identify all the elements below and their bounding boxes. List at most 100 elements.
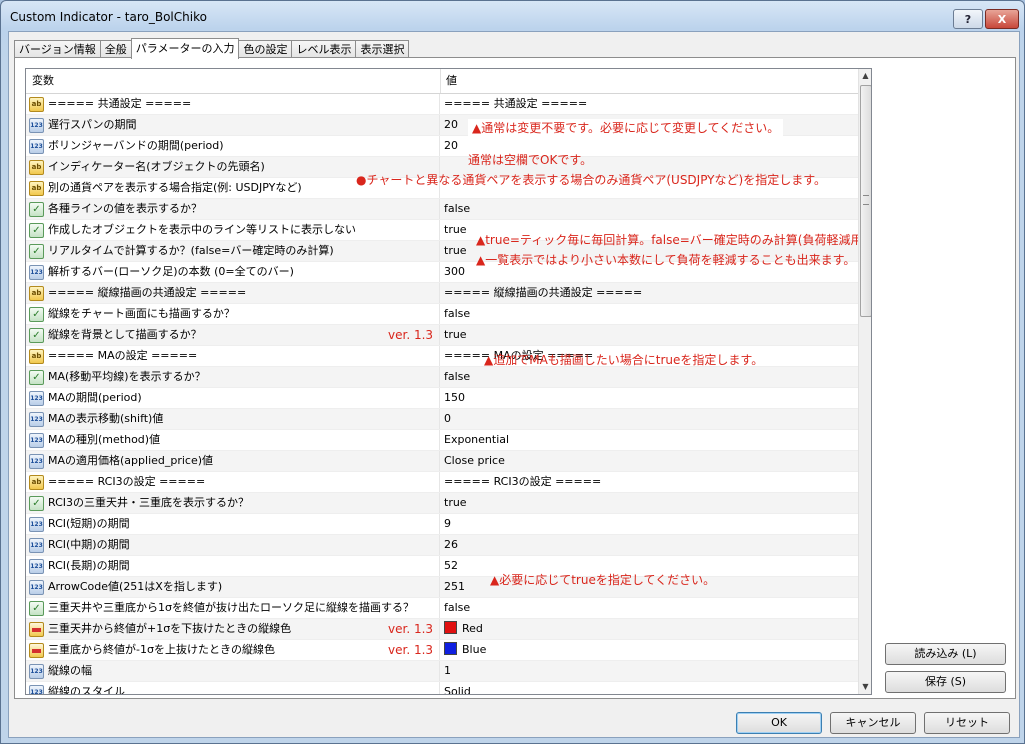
save-button[interactable]: 保存 (S): [885, 671, 1006, 693]
annotation-blank-ok: 通常は空欄でOKです。: [468, 153, 593, 167]
value-cell[interactable]: 150: [440, 388, 858, 408]
value-text: 26: [444, 538, 458, 551]
number-type-icon: 123: [29, 454, 44, 469]
variable-cell: ✓ RCI3の三重天井・三重底を表示するか？: [26, 493, 440, 513]
value-text: Blue: [444, 640, 486, 660]
parameter-row[interactable]: 123 RCI(長期)の期間 52: [26, 556, 858, 577]
parameter-row[interactable]: ✓ 縦線を背景として描画するか？ ver. 1.3 true: [26, 325, 858, 346]
scroll-grip-icon: [863, 195, 869, 205]
value-text: ===== RCI3の設定 =====: [444, 475, 602, 488]
value-cell[interactable]: 1: [440, 661, 858, 681]
annotation-ma: ▲追加でMAも描画したい場合にtrueを指定します。: [484, 353, 764, 367]
parameter-row[interactable]: 123 MAの期間(period) 150: [26, 388, 858, 409]
scroll-thumb[interactable]: [860, 85, 871, 317]
dialog-client-area: バージョン情報 全般 パラメーターの入力 色の設定 レベル表示 表示選択 変数 値 ab =…: [8, 31, 1020, 738]
tab-5[interactable]: 表示選択: [355, 40, 410, 58]
value-cell[interactable]: false: [440, 199, 858, 219]
value-cell[interactable]: 26: [440, 535, 858, 555]
color-swatch: [444, 621, 457, 634]
parameter-row[interactable]: 三重天井から終値が+1σを下抜けたときの縦線色 ver. 1.3 Red: [26, 619, 858, 640]
variable-cell: 123 MAの表示移動(shift)値: [26, 409, 440, 429]
cancel-button[interactable]: キャンセル: [830, 712, 916, 734]
variable-name: RCI(長期)の期間: [48, 559, 130, 572]
title-bar[interactable]: Custom Indicator - taro_BolChiko ? X: [1, 1, 1024, 31]
parameter-row[interactable]: 123 縦線の幅 1: [26, 661, 858, 682]
column-header-value[interactable]: 値: [440, 69, 866, 93]
parameter-row[interactable]: 123 ボリンジャーバンドの期間(period) 20: [26, 136, 858, 157]
variable-cell: ✓ 各種ラインの値を表示するか？: [26, 199, 440, 219]
variable-cell: 123 MAの適用価格(applied_price)値: [26, 451, 440, 471]
color-name: Blue: [462, 643, 487, 656]
close-button[interactable]: X: [985, 9, 1019, 29]
tab-3[interactable]: 色の設定: [238, 40, 293, 58]
tab-4[interactable]: レベル表示: [291, 40, 357, 58]
value-cell[interactable]: Red: [440, 619, 858, 639]
parameter-row[interactable]: 123 MAの種別(method)値 Exponential: [26, 430, 858, 451]
value-text: 251: [444, 580, 465, 593]
value-cell[interactable]: false: [440, 304, 858, 324]
annotation-realtime: ▲true=ティック毎に毎回計算。false=バー確定時のみ計算(負荷軽減用): [476, 233, 868, 247]
value-cell[interactable]: ===== 縦線描画の共通設定 =====: [440, 283, 858, 303]
parameter-row[interactable]: ab ===== RCI3の設定 ===== ===== RCI3の設定 =====: [26, 472, 858, 493]
reset-button[interactable]: リセット: [924, 712, 1010, 734]
number-type-icon: 123: [29, 517, 44, 532]
value-cell[interactable]: Exponential: [440, 430, 858, 450]
variable-name: リアルタイムで計算するか？(false=バー確定時のみ計算): [48, 244, 334, 257]
value-cell[interactable]: ===== 共通設定 =====: [440, 94, 858, 114]
parameter-row[interactable]: 123 MAの表示移動(shift)値 0: [26, 409, 858, 430]
parameter-row[interactable]: 123 縦線のスタイル Solid: [26, 682, 858, 694]
tab-2[interactable]: パラメーターの入力: [130, 38, 240, 59]
tab-1[interactable]: 全般: [99, 40, 132, 58]
parameter-row[interactable]: 三重底から終値が-1σを上抜けたときの縦線色 ver. 1.3 Blue: [26, 640, 858, 661]
parameter-row[interactable]: ✓ MA(移動平均線)を表示するか？ false: [26, 367, 858, 388]
variable-name: MAの種別(method)値: [48, 433, 161, 446]
variable-name: 縦線を背景として描画するか？: [48, 328, 202, 341]
value-text: Red: [444, 619, 483, 639]
parameter-row[interactable]: ✓ 各種ラインの値を表示するか？ false: [26, 199, 858, 220]
parameter-grid: 変数 値 ab ===== 共通設定 ===== ===== 共通設定 ===== 1…: [25, 68, 872, 695]
variable-name: MAの適用価格(applied_price)値: [48, 454, 214, 467]
variable-cell: 123 解析するバー(ローソク足)の本数 (0=全てのバー): [26, 262, 440, 282]
annotation-no-change: ▲通常は変更不要です。必要に応じて変更してください。: [468, 119, 784, 137]
help-button[interactable]: ?: [953, 9, 983, 29]
load-button[interactable]: 読み込み (L): [885, 643, 1006, 665]
value-cell[interactable]: true: [440, 325, 858, 345]
parameter-row[interactable]: ab ===== 縦線描画の共通設定 ===== ===== 縦線描画の共通設定 =…: [26, 283, 858, 304]
scroll-up-arrow-icon[interactable]: ▲: [859, 69, 871, 83]
column-header-variable[interactable]: 変数: [26, 69, 441, 93]
ok-button[interactable]: OK: [736, 712, 822, 734]
value-text: 52: [444, 559, 458, 572]
annotation-vertical-line: ▲必要に応じてtrueを指定してください。: [490, 573, 716, 587]
value-text: 150: [444, 391, 465, 404]
grid-vertical-scrollbar[interactable]: ▲ ▼: [858, 69, 871, 694]
variable-name: ===== 縦線描画の共通設定 =====: [48, 286, 247, 299]
variable-cell: 123 RCI(中期)の期間: [26, 535, 440, 555]
value-cell[interactable]: 9: [440, 514, 858, 534]
parameter-row[interactable]: 123 RCI(中期)の期間 26: [26, 535, 858, 556]
value-cell[interactable]: 0: [440, 409, 858, 429]
value-cell[interactable]: Close price: [440, 451, 858, 471]
value-cell[interactable]: true: [440, 493, 858, 513]
parameter-row[interactable]: 123 RCI(短期)の期間 9: [26, 514, 858, 535]
parameter-row[interactable]: ab ===== 共通設定 ===== ===== 共通設定 =====: [26, 94, 858, 115]
boolean-type-icon: ✓: [29, 328, 44, 343]
parameter-row[interactable]: ✓ RCI3の三重天井・三重底を表示するか？ true: [26, 493, 858, 514]
value-cell[interactable]: false: [440, 598, 858, 618]
value-cell[interactable]: false: [440, 367, 858, 387]
color-type-icon: [29, 622, 44, 637]
value-text: true: [444, 244, 467, 257]
value-cell[interactable]: Solid: [440, 682, 858, 694]
parameter-row[interactable]: 123 MAの適用価格(applied_price)値 Close price: [26, 451, 858, 472]
string-type-icon: ab: [29, 181, 44, 196]
parameter-row[interactable]: ✓ 三重天井や三重底から1σを終値が抜け出たローソク足に縦線を描画する？ false: [26, 598, 858, 619]
scroll-down-arrow-icon[interactable]: ▼: [859, 680, 871, 694]
tab-0[interactable]: バージョン情報: [14, 40, 101, 58]
tab-panel-parameters: 変数 値 ab ===== 共通設定 ===== ===== 共通設定 ===== 1…: [14, 57, 1016, 699]
parameter-row[interactable]: ✓ 縦線をチャート画面にも描画するか？ false: [26, 304, 858, 325]
value-cell[interactable]: ===== RCI3の設定 =====: [440, 472, 858, 492]
variable-cell: ab ===== 共通設定 =====: [26, 94, 440, 114]
parameter-row[interactable]: 123 ArrowCode値(251はXを指します) 251: [26, 577, 858, 598]
value-text: 9: [444, 517, 451, 530]
color-name: Red: [462, 622, 483, 635]
value-cell[interactable]: Blue: [440, 640, 858, 660]
